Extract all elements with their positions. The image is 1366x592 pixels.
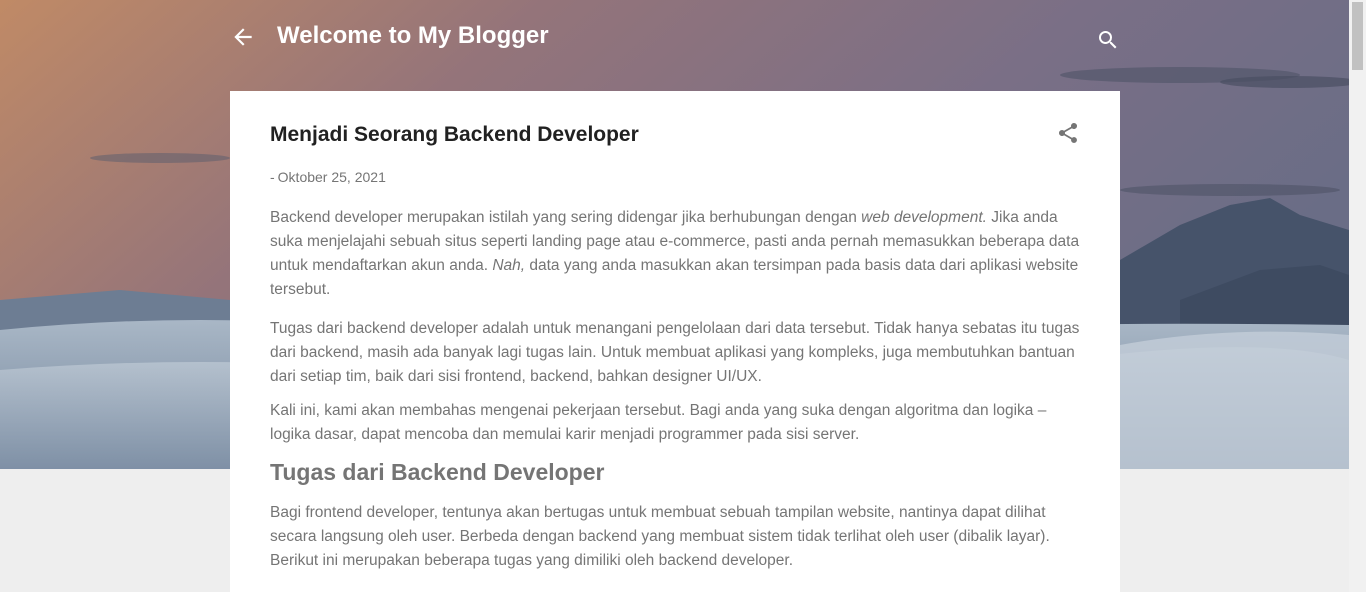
post-title[interactable]: Menjadi Seorang Backend Developer: [270, 122, 1080, 148]
paragraph-frontend-vs-backend: Bagi frontend developer, tentunya akan b…: [270, 504, 1050, 569]
paragraph-intro-part-a: Backend developer merupakan istilah yang…: [270, 209, 862, 226]
blog-title[interactable]: Welcome to My Blogger: [277, 22, 549, 50]
share-icon: [1059, 122, 1078, 143]
paragraph-scope: Kali ini, kami akan membahas mengenai pe…: [270, 402, 1047, 443]
search-icon: [1099, 31, 1117, 49]
blog-header-bar: Welcome to My Blogger: [230, 0, 1120, 76]
post-card: Menjadi Seorang Backend Developer - Oktob…: [230, 91, 1120, 592]
date-prefix: -: [270, 169, 275, 185]
post-date: - Oktober 25, 2021: [270, 168, 1080, 186]
post-body: Backend developer merupakan istilah yang…: [270, 206, 1080, 573]
paragraph-intro: Backend developer merupakan istilah yang…: [270, 206, 1080, 302]
share-button[interactable]: [1056, 121, 1080, 145]
scrollbar-thumb[interactable]: [1352, 2, 1363, 70]
back-button[interactable]: [230, 24, 256, 50]
scrollbar-track[interactable]: [1349, 0, 1366, 592]
arrow-left-icon: [234, 28, 252, 46]
section-heading: Tugas dari Backend Developer: [270, 459, 605, 485]
search-button[interactable]: [1096, 28, 1120, 52]
paragraph-intro-emphasis-b: web development.: [861, 209, 987, 226]
date-link[interactable]: Oktober 25, 2021: [278, 169, 386, 185]
paragraph-intro-emphasis-d: Nah,: [492, 257, 526, 274]
paragraph-duties: Tugas dari backend developer adalah untu…: [270, 320, 1080, 385]
